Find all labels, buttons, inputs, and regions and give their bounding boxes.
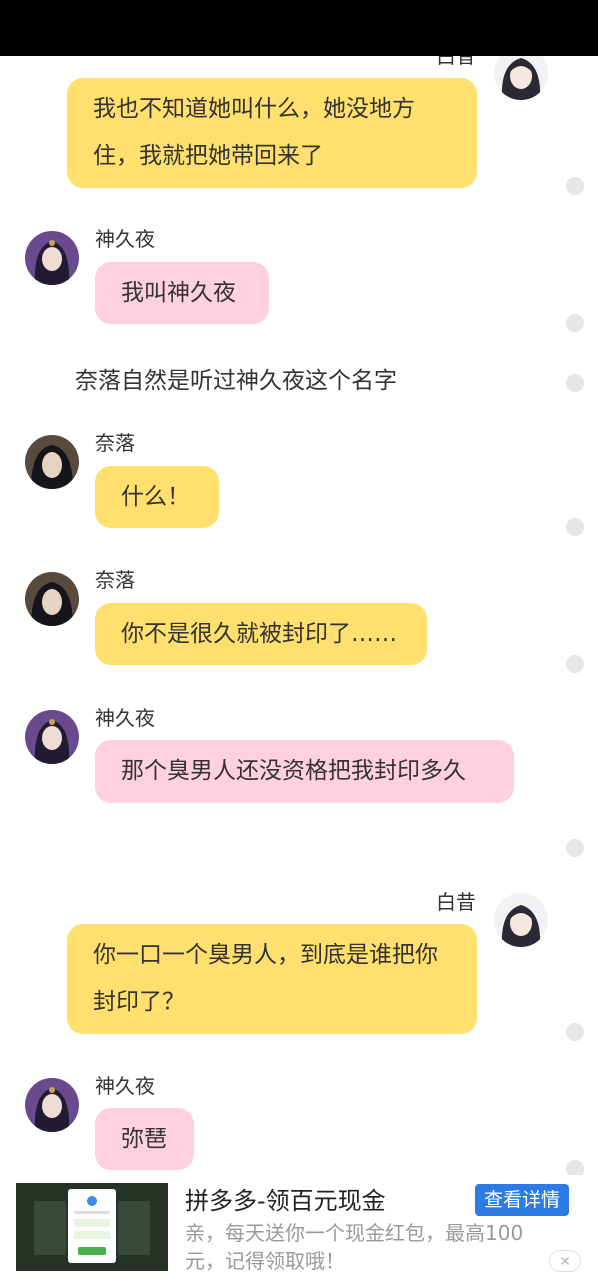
narration-text: 奈落自然是听过神久夜这个名字 — [75, 368, 397, 394]
ad-title[interactable]: 拼多多-领百元现金 — [185, 1186, 386, 1216]
close-icon[interactable]: ✕ — [549, 1250, 581, 1272]
message-status-dot — [566, 655, 584, 673]
message-bubble[interactable]: 你不是很久就被封印了…… — [95, 603, 427, 665]
status-bar — [0, 0, 598, 56]
message-bubble[interactable]: 什么！ — [95, 466, 219, 528]
avatar[interactable] — [494, 893, 548, 947]
message-bubble[interactable]: 你一口一个臭男人，到底是谁把你封印了？ — [67, 924, 477, 1034]
message-status-dot — [566, 177, 584, 195]
speaker-name: 神久夜 — [95, 227, 155, 251]
speaker-name: 奈落 — [95, 568, 135, 592]
ad-view-details-button[interactable]: 查看详情 — [475, 1184, 569, 1216]
message-bubble[interactable]: 弥琶 — [95, 1108, 194, 1170]
avatar[interactable] — [25, 435, 79, 489]
message-status-dot — [566, 1023, 584, 1041]
message-bubble[interactable]: 我也不知道她叫什么，她没地方住，我就把她带回来了 — [67, 78, 477, 188]
avatar[interactable] — [25, 231, 79, 285]
avatar[interactable] — [25, 710, 79, 764]
message-bubble[interactable]: 我叫神久夜 — [95, 262, 269, 324]
message-status-dot — [566, 374, 584, 392]
chat-area[interactable]: 白昔 我也不知道她叫什么，她没地方住，我就把她带回来了 神久夜 我叫神久夜 奈落… — [0, 0, 598, 1175]
message-status-dot — [566, 314, 584, 332]
avatar[interactable] — [25, 1078, 79, 1132]
speaker-name: 神久夜 — [95, 1074, 155, 1098]
ad-thumbnail[interactable] — [16, 1183, 168, 1271]
speaker-name: 神久夜 — [95, 706, 155, 730]
speaker-name: 奈落 — [95, 431, 135, 455]
speaker-name: 白昔 — [436, 890, 476, 914]
ad-description[interactable]: 亲，每天送你一个现金红包，最高100元，记得领取哦！ — [185, 1219, 555, 1275]
message-bubble[interactable]: 那个臭男人还没资格把我封印多久 — [95, 740, 514, 803]
message-status-dot — [566, 839, 584, 857]
message-status-dot — [566, 518, 584, 536]
message-status-dot — [566, 1160, 584, 1175]
avatar[interactable] — [25, 572, 79, 626]
